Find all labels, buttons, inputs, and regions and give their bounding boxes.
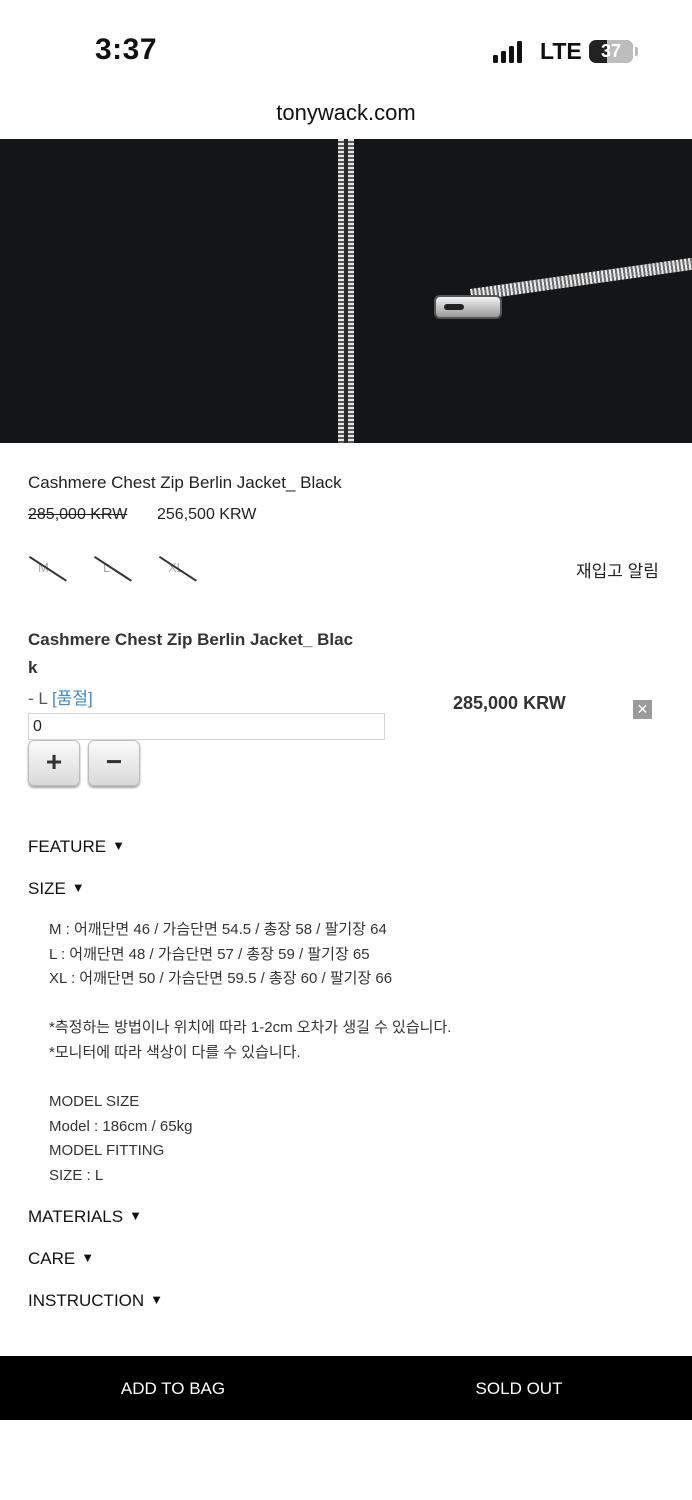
care-label: CARE	[28, 1249, 76, 1268]
original-price: 285,000 KRW	[28, 506, 128, 523]
size-label: SIZE	[28, 879, 66, 898]
instruction-label: INSTRUCTION	[28, 1291, 145, 1310]
quantity-minus-button[interactable]: −	[88, 740, 140, 786]
selected-option-title: Cashmere Chest Zip Berlin Jacket_ Blac k	[28, 626, 393, 682]
care-toggle[interactable]: CARE ▼	[28, 1249, 94, 1269]
model-fitting-size: SIZE : L	[49, 1166, 104, 1184]
caret-down-icon: ▼	[81, 1250, 95, 1265]
caret-down-icon: ▼	[71, 880, 85, 895]
selected-option-detail: - L [품절]	[28, 684, 93, 709]
remove-option-icon[interactable]: ✕	[633, 700, 652, 719]
feature-toggle[interactable]: FEATURE ▼	[28, 837, 125, 857]
size-option-m[interactable]: M	[28, 556, 67, 582]
product-image	[0, 139, 692, 443]
status-bar: 3:37 LTE 37	[0, 0, 692, 96]
sold-out-strike	[94, 556, 132, 582]
color-note: *모니터에 따라 색상이 다를 수 있습니다.	[49, 1043, 301, 1061]
caret-down-icon: ▼	[112, 838, 125, 853]
option-price: 285,000 KRW	[453, 693, 566, 713]
signal-icon	[493, 41, 523, 63]
model-size-heading: MODEL SIZE	[49, 1093, 140, 1111]
product-title: Cashmere Chest Zip Berlin Jacket_ Black	[28, 473, 342, 492]
model-fitting-heading: MODEL FITTING	[49, 1142, 165, 1160]
sale-price: 256,500 KRW	[157, 506, 257, 523]
model-measurements: Model : 186cm / 65kg	[49, 1117, 193, 1135]
size-m-measurements: M : 어깨단면 46 / 가슴단면 54.5 / 총장 58 / 팔기장 64	[49, 921, 387, 938]
selected-option-title-line2: k	[28, 658, 38, 677]
option-size: - L	[28, 689, 48, 708]
battery-tip	[635, 47, 638, 56]
selected-option-title-line1: Cashmere Chest Zip Berlin Jacket_ Blac	[28, 630, 354, 649]
battery-level: 37	[600, 41, 622, 61]
materials-toggle[interactable]: MATERIALS ▼	[28, 1207, 142, 1227]
battery-icon: 37	[589, 40, 633, 63]
network-type: LTE	[540, 38, 582, 64]
materials-label: MATERIALS	[28, 1207, 124, 1226]
caret-down-icon: ▼	[150, 1292, 164, 1307]
caret-down-icon: ▼	[129, 1208, 142, 1223]
sold-out-button[interactable]: SOLD OUT	[346, 1356, 692, 1420]
size-xl-measurements: XL : 어깨단면 50 / 가슴단면 59.5 / 총장 60 / 팔기장 6…	[49, 970, 393, 988]
size-details: M : 어깨단면 46 / 가슴단면 54.5 / 총장 58 / 팔기장 64…	[49, 918, 451, 1189]
add-to-bag-button[interactable]: ADD TO BAG	[0, 1356, 346, 1420]
instruction-toggle[interactable]: INSTRUCTION ▼	[28, 1291, 163, 1311]
center-zipper	[338, 139, 354, 443]
chest-zipper	[470, 255, 692, 301]
size-toggle[interactable]: SIZE ▼	[28, 879, 85, 899]
size-l-measurements: L : 어깨단면 48 / 가슴단면 57 / 총장 59 / 팔기장 65	[49, 945, 370, 963]
url-bar[interactable]: tonywack.com	[0, 100, 692, 134]
feature-label: FEATURE	[28, 837, 107, 856]
size-option-xl[interactable]: XL	[158, 556, 197, 582]
clock: 3:37	[95, 33, 158, 66]
size-option-l[interactable]: L	[93, 556, 132, 582]
measurement-note: *측정하는 방법이나 위치에 따라 1-2cm 오차가 생길 수 있습니다.	[49, 1019, 452, 1037]
quantity-plus-button[interactable]: +	[28, 740, 80, 786]
option-status: [품절]	[51, 689, 93, 708]
zipper-pull	[434, 295, 502, 319]
restock-alert-link[interactable]: 재입고 알림	[576, 557, 659, 582]
action-bar: ADD TO BAG SOLD OUT	[0, 1356, 692, 1420]
quantity-input[interactable]: 0	[28, 713, 385, 740]
